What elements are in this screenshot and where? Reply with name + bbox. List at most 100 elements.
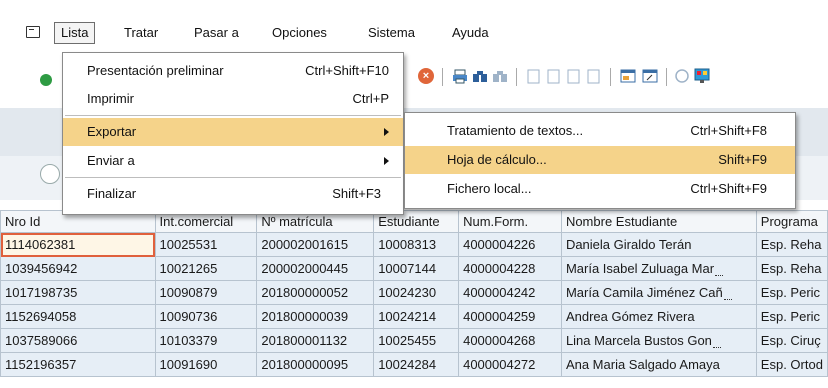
table-cell[interactable]: 4000004272 — [458, 352, 562, 377]
table-cell[interactable]: Esp. Reha — [755, 232, 828, 257]
toolbar-separator — [442, 68, 443, 86]
ellipsis-icon — [723, 289, 732, 300]
menu-item-label: Hoja de cálculo... — [447, 152, 547, 167]
table-cell[interactable]: 10008313 — [373, 232, 460, 257]
menu-pasar-a[interactable]: Pasar a — [188, 22, 245, 44]
table-cell[interactable]: 201800000095 — [256, 352, 375, 377]
lista-dropdown-menu: Presentación preliminar Ctrl+Shift+F10 I… — [62, 52, 404, 215]
new-session-icon[interactable] — [620, 68, 636, 84]
table-cell[interactable]: 201800001132 — [256, 328, 375, 353]
table-cell[interactable]: 1037589066 — [0, 328, 156, 353]
table-cell[interactable]: 10090879 — [154, 280, 258, 305]
next-page-icon[interactable] — [566, 68, 582, 84]
table-cell[interactable]: 10024230 — [373, 280, 460, 305]
menu-item-label: Finalizar — [87, 186, 137, 201]
menu-opciones[interactable]: Opciones — [266, 22, 333, 44]
menu-item-label: Presentación preliminar — [87, 63, 224, 78]
menu-item-enviar-a[interactable]: Enviar a — [63, 147, 403, 175]
menu-item-label: Fichero local... — [447, 181, 532, 196]
table-cell[interactable]: Andrea Gómez Rivera — [560, 304, 757, 329]
table-row[interactable]: 1152196357 10091690 201800000095 1002428… — [0, 352, 828, 377]
table-cell[interactable]: 1114062381 — [0, 232, 156, 257]
submenu-arrow-icon — [384, 128, 389, 136]
table-row[interactable]: 1114062381 10025531 200002001615 1000831… — [0, 232, 828, 257]
menu-item-fichero-local[interactable]: Fichero local... Ctrl+Shift+F9 — [405, 175, 795, 203]
table-cell[interactable]: 1017198735 — [0, 280, 156, 305]
prev-page-icon[interactable] — [546, 68, 562, 84]
menu-item-finalizar[interactable]: Finalizar Shift+F3 — [63, 180, 403, 208]
table-cell[interactable]: 1152196357 — [0, 352, 156, 377]
menu-sistema[interactable]: Sistema — [362, 22, 421, 44]
table-cell[interactable]: Esp. Reha — [755, 256, 828, 281]
results-table: Nro Id Int.comercial Nº matrícula Estudi… — [0, 210, 828, 377]
layout-icon[interactable] — [694, 68, 710, 84]
column-header[interactable]: Num.Form. — [458, 210, 562, 233]
last-page-icon[interactable] — [586, 68, 602, 84]
menu-item-shortcut: Ctrl+P — [352, 91, 389, 106]
system-menu-icon[interactable] — [26, 26, 40, 38]
menu-lista[interactable]: Lista — [54, 22, 96, 44]
menu-item-shortcut: Shift+F9 — [718, 152, 767, 167]
submenu-arrow-icon — [384, 157, 389, 165]
table-cell[interactable]: 1152694058 — [0, 304, 156, 329]
find-icon[interactable] — [472, 68, 488, 84]
table-cell[interactable]: 200002001615 — [256, 232, 375, 257]
table-cell[interactable]: Esp. Peric — [755, 304, 828, 329]
table-cell[interactable]: 10090736 — [154, 304, 258, 329]
menu-item-tratamiento-de-textos[interactable]: Tratamiento de textos... Ctrl+Shift+F8 — [405, 117, 795, 145]
table-cell[interactable]: Lina Marcela Bustos Gon — [560, 328, 757, 353]
help-icon[interactable] — [674, 68, 690, 84]
table-cell[interactable]: Esp. Ortod — [755, 352, 828, 377]
table-cell[interactable]: 4000004226 — [458, 232, 562, 257]
table-cell[interactable]: 10091690 — [154, 352, 258, 377]
find-next-icon[interactable] — [492, 68, 508, 84]
table-cell[interactable]: María Camila Jiménez Cañ — [560, 280, 757, 305]
column-header[interactable]: Programa — [755, 210, 828, 233]
table-cell[interactable]: 4000004259 — [458, 304, 562, 329]
table-cell[interactable]: María Isabel Zuluaga Mar — [560, 256, 757, 281]
print-icon[interactable] — [452, 68, 468, 84]
table-cell[interactable]: Ana Maria Salgado Amaya — [560, 352, 757, 377]
menu-item-imprimir[interactable]: Imprimir Ctrl+P — [63, 85, 403, 113]
table-cell[interactable]: 4000004242 — [458, 280, 562, 305]
menu-item-exportar[interactable]: Exportar — [63, 118, 403, 146]
table-cell[interactable]: 200002000445 — [256, 256, 375, 281]
table-row[interactable]: 1039456942 10021265 200002000445 1000714… — [0, 256, 828, 281]
menu-item-label: Imprimir — [87, 91, 134, 106]
cancel-icon[interactable]: × — [418, 68, 434, 84]
table-cell[interactable]: 201800000052 — [256, 280, 375, 305]
table-cell[interactable]: 10103379 — [154, 328, 258, 353]
table-row[interactable]: 1017198735 10090879 201800000052 1002423… — [0, 280, 828, 305]
table-cell[interactable]: Esp. Ciruç — [755, 328, 828, 353]
menu-item-label: Enviar a — [87, 153, 135, 168]
table-row[interactable]: 1037589066 10103379 201800001132 1002545… — [0, 328, 828, 353]
ellipsis-icon — [712, 337, 721, 348]
exportar-submenu: Tratamiento de textos... Ctrl+Shift+F8 H… — [404, 112, 796, 209]
menu-item-hoja-de-calculo[interactable]: Hoja de cálculo... Shift+F9 — [405, 146, 795, 174]
table-cell[interactable]: 1039456942 — [0, 256, 156, 281]
table-cell[interactable]: 4000004268 — [458, 328, 562, 353]
toolbar-separator — [516, 68, 517, 86]
truncated-text: Lina Marcela Bustos Gon — [565, 333, 712, 348]
refresh-icon[interactable] — [40, 164, 60, 184]
shortcut-icon[interactable] — [642, 68, 658, 84]
table-row[interactable]: 1152694058 10090736 201800000039 1002421… — [0, 304, 828, 329]
table-cell[interactable]: 4000004228 — [458, 256, 562, 281]
table-cell[interactable]: 10024214 — [373, 304, 460, 329]
table-cell[interactable]: 10024284 — [373, 352, 460, 377]
menu-ayuda[interactable]: Ayuda — [446, 22, 495, 44]
ok-icon[interactable] — [40, 74, 52, 86]
first-page-icon[interactable] — [526, 68, 542, 84]
table-cell[interactable]: Daniela Giraldo Terán — [560, 232, 757, 257]
table-cell[interactable]: Esp. Peric — [755, 280, 828, 305]
menu-item-presentacion-preliminar[interactable]: Presentación preliminar Ctrl+Shift+F10 — [63, 57, 403, 85]
menu-tratar[interactable]: Tratar — [118, 22, 164, 44]
table-cell[interactable]: 10007144 — [373, 256, 460, 281]
column-header[interactable]: Nombre Estudiante — [560, 210, 757, 233]
table-cell[interactable]: 201800000039 — [256, 304, 375, 329]
menu-item-shortcut: Ctrl+Shift+F9 — [690, 181, 767, 196]
table-cell[interactable]: 10025455 — [373, 328, 460, 353]
table-cell[interactable]: 10025531 — [154, 232, 258, 257]
table-cell[interactable]: 10021265 — [154, 256, 258, 281]
menu-item-label: Exportar — [87, 124, 137, 139]
